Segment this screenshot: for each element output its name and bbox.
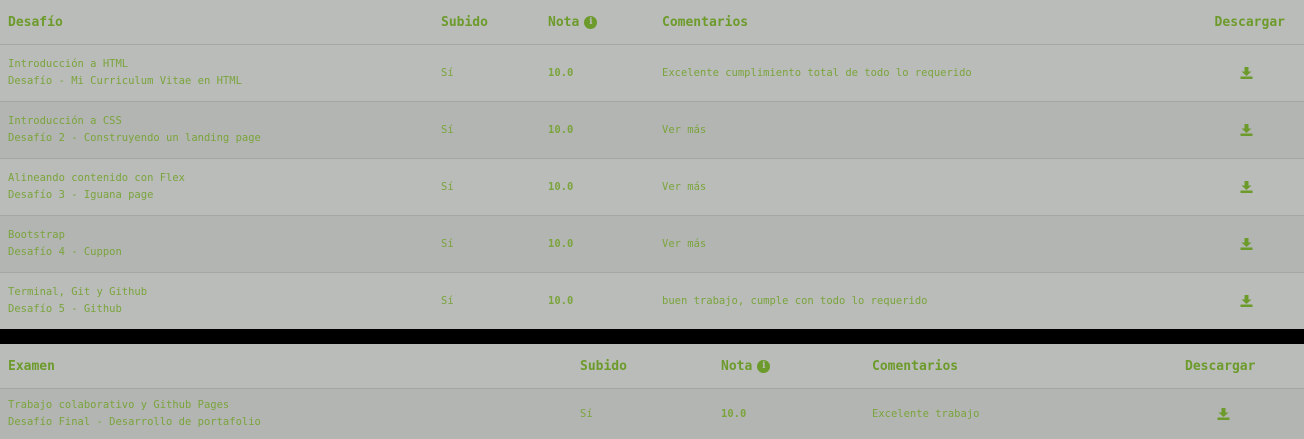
- subido-value: Sí: [441, 67, 454, 79]
- header-nota-label: Nota: [548, 14, 580, 30]
- desafio-title: Desafío 5 - Github: [8, 303, 122, 315]
- info-icon[interactable]: i: [757, 359, 771, 373]
- table-row: Terminal, Git y Github Desafío 5 - Githu…: [0, 273, 1304, 329]
- table-row: Trabajo colaborativo y Github Pages Desa…: [0, 389, 1304, 439]
- nota-value: 10.0: [548, 238, 574, 250]
- comentario-text: Excelente trabajo: [872, 408, 980, 420]
- nota-value: 10.0: [721, 408, 747, 420]
- header-subido: Subido: [580, 358, 627, 374]
- download-cell: [1239, 45, 1253, 101]
- modulo-name: Alineando contenido con Flex: [8, 172, 186, 184]
- desafio-title: Desafío 3 - Iguana page: [8, 189, 154, 201]
- download-icon[interactable]: [1240, 238, 1253, 250]
- subido-value: Sí: [441, 295, 454, 307]
- ver-mas-link[interactable]: Ver más: [662, 216, 706, 272]
- header-descargar: Descargar: [1185, 358, 1256, 374]
- subido-value: Sí: [441, 124, 454, 136]
- download-cell: [1239, 216, 1253, 272]
- desafio-title: Desafío 4 - Cuppon: [8, 246, 122, 258]
- subido-value: Sí: [441, 238, 454, 250]
- download-cell: [1216, 389, 1230, 439]
- comentario-text: Excelente cumplimiento total de todo lo …: [662, 67, 972, 79]
- header-comentarios: Comentarios: [662, 14, 749, 30]
- desafio-cell: Bootstrap Desafío 4 - Cuppon: [8, 216, 122, 272]
- header-nota-label: Nota: [721, 358, 753, 374]
- desafio-title: Desafío - Mi Curriculum Vitae en HTML: [8, 75, 242, 87]
- download-icon[interactable]: [1240, 295, 1253, 307]
- header-nota: Nota i: [721, 344, 771, 388]
- download-cell: [1239, 273, 1253, 329]
- table-header: Examen Subido Nota i Comentarios Descarg…: [0, 344, 1304, 389]
- ver-mas-link[interactable]: Ver más: [662, 102, 706, 158]
- header-descargar: Descargar: [1214, 14, 1285, 30]
- download-icon[interactable]: [1240, 181, 1253, 193]
- modulo-name: Trabajo colaborativo y Github Pages: [8, 399, 230, 411]
- header-comentarios: Comentarios: [872, 358, 959, 374]
- examen-cell: Trabajo colaborativo y Github Pages Desa…: [8, 389, 261, 439]
- desafio-cell: Alineando contenido con Flex Desafío 3 -…: [8, 159, 185, 215]
- download-cell: [1239, 159, 1253, 215]
- header-nota: Nota i: [548, 0, 598, 44]
- desafio-cell: Terminal, Git y Github Desafío 5 - Githu…: [8, 273, 147, 329]
- desafios-table: Desafío Subido Nota i Comentarios Descar…: [0, 0, 1304, 329]
- download-cell: [1239, 102, 1253, 158]
- desafio-cell: Introducción a HTML Desafío - Mi Curricu…: [8, 45, 242, 101]
- header-desafio: Desafío: [8, 14, 63, 30]
- examen-title: Desafío Final - Desarrollo de portafolio: [8, 416, 261, 428]
- nota-value: 10.0: [548, 181, 574, 193]
- header-subido: Subido: [441, 14, 488, 30]
- table-row: Introducción a HTML Desafío - Mi Curricu…: [0, 45, 1304, 102]
- download-icon[interactable]: [1240, 124, 1253, 136]
- nota-value: 10.0: [548, 124, 574, 136]
- subido-value: Sí: [580, 408, 593, 420]
- modulo-name: Introducción a CSS: [8, 115, 122, 127]
- desafio-cell: Introducción a CSS Desafío 2 - Construye…: [8, 102, 261, 158]
- header-examen: Examen: [8, 358, 55, 374]
- table-row: Alineando contenido con Flex Desafío 3 -…: [0, 159, 1304, 216]
- info-icon[interactable]: i: [584, 15, 598, 29]
- download-icon[interactable]: [1217, 408, 1230, 420]
- subido-value: Sí: [441, 181, 454, 193]
- nota-value: 10.0: [548, 67, 574, 79]
- nota-value: 10.0: [548, 295, 574, 307]
- modulo-name: Terminal, Git y Github: [8, 286, 148, 298]
- table-row: Bootstrap Desafío 4 - Cuppon Sí 10.0 Ver…: [0, 216, 1304, 273]
- ver-mas-link[interactable]: Ver más: [662, 159, 706, 215]
- examen-table: Examen Subido Nota i Comentarios Descarg…: [0, 344, 1304, 439]
- table-header: Desafío Subido Nota i Comentarios Descar…: [0, 0, 1304, 45]
- comentario-text: buen trabajo, cumple con todo lo requeri…: [662, 295, 928, 307]
- modulo-name: Bootstrap: [8, 229, 65, 241]
- table-row: Introducción a CSS Desafío 2 - Construye…: [0, 102, 1304, 159]
- download-icon[interactable]: [1240, 67, 1253, 79]
- modulo-name: Introducción a HTML: [8, 58, 129, 70]
- desafio-title: Desafío 2 - Construyendo un landing page: [8, 132, 261, 144]
